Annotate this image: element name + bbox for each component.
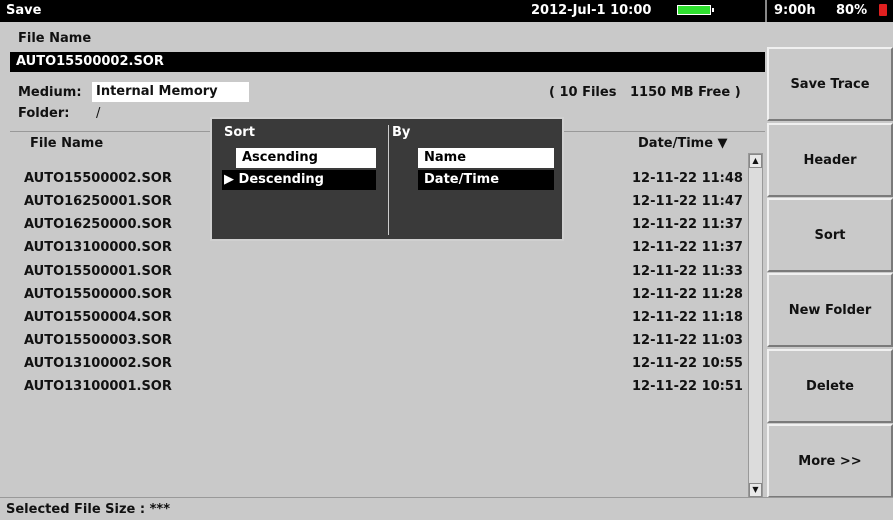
table-row[interactable]: AUTO16250000.SOR 12-11-22 11:37: [24, 217, 743, 232]
divider: [388, 125, 389, 235]
save-trace-button[interactable]: Save Trace: [767, 47, 893, 121]
row-file-name: AUTO13100001.SOR: [24, 379, 172, 394]
row-date-time: 12-11-22 11:18: [632, 310, 743, 325]
folder-label: Folder:: [18, 106, 70, 121]
sort-heading: Sort: [224, 125, 255, 140]
row-file-name: AUTO15500004.SOR: [24, 310, 172, 325]
row-date-time: 12-11-22 11:47: [632, 194, 743, 209]
row-file-name: AUTO13100000.SOR: [24, 240, 172, 255]
row-date-time: 12-11-22 10:55: [632, 356, 743, 371]
sort-popup: Sort Ascending ▶ Descending By Name Date…: [210, 117, 564, 241]
row-date-time: 12-11-22 11:03: [632, 333, 743, 348]
more-button[interactable]: More >>: [767, 424, 893, 498]
row-file-name: AUTO15500001.SOR: [24, 264, 172, 279]
selected-file-size: Selected File Size : ***: [6, 502, 171, 517]
row-date-time: 12-11-22 11:37: [632, 240, 743, 255]
row-file-name: AUTO16250000.SOR: [24, 217, 172, 232]
table-row[interactable]: AUTO15500000.SOR 12-11-22 11:28: [24, 287, 743, 302]
row-date-time: 12-11-22 11:48: [632, 171, 743, 186]
row-date-time: 12-11-22 10:51: [632, 379, 743, 394]
row-date-time: 12-11-22 11:37: [632, 217, 743, 232]
scrollbar[interactable]: ▲ ▼: [748, 153, 763, 498]
file-name-input[interactable]: AUTO15500002.SOR: [10, 52, 765, 72]
table-row[interactable]: AUTO13100002.SOR 12-11-22 10:55: [24, 356, 743, 371]
row-file-name: AUTO15500002.SOR: [24, 171, 172, 186]
file-name-label: File Name: [18, 31, 92, 46]
sort-ascending-option[interactable]: Ascending: [236, 148, 376, 168]
column-header-date-time[interactable]: Date/Time ▼: [638, 136, 728, 151]
by-heading: By: [392, 125, 411, 140]
row-file-name: AUTO15500003.SOR: [24, 333, 172, 348]
row-date-time: 12-11-22 11:33: [632, 264, 743, 279]
folder-path: /: [96, 106, 101, 121]
medium-select[interactable]: Internal Memory: [92, 82, 249, 102]
sort-button[interactable]: Sort: [767, 198, 893, 272]
row-file-name: AUTO15500000.SOR: [24, 287, 172, 302]
row-file-name: AUTO16250001.SOR: [24, 194, 172, 209]
function-key-panel: Save Trace Header Sort New Folder Delete…: [767, 22, 893, 498]
row-file-name: AUTO13100002.SOR: [24, 356, 172, 371]
time-remaining: 9:00h: [774, 3, 816, 18]
table-row[interactable]: AUTO15500003.SOR 12-11-22 11:03: [24, 333, 743, 348]
status-bar: Save 2012-Jul-1 10:00 9:00h 80%: [0, 0, 893, 22]
battery-icon: [677, 5, 714, 15]
battery-small-icon: [879, 4, 887, 16]
medium-label: Medium:: [18, 85, 82, 100]
table-row[interactable]: AUTO13100001.SOR 12-11-22 10:51: [24, 379, 743, 394]
table-row[interactable]: AUTO16250001.SOR 12-11-22 11:47: [24, 194, 743, 209]
table-row[interactable]: AUTO13100000.SOR 12-11-22 11:37: [24, 240, 743, 255]
window-title: Save: [6, 3, 42, 18]
table-row[interactable]: AUTO15500002.SOR 12-11-22 11:48: [24, 171, 743, 186]
datetime-display: 2012-Jul-1 10:00: [531, 3, 652, 18]
table-row[interactable]: AUTO15500001.SOR 12-11-22 11:33: [24, 264, 743, 279]
header-button[interactable]: Header: [767, 123, 893, 197]
delete-button[interactable]: Delete: [767, 349, 893, 423]
divider: [765, 0, 767, 22]
sort-by-datetime-option[interactable]: Date/Time: [418, 170, 554, 190]
table-row[interactable]: AUTO15500004.SOR 12-11-22 11:18: [24, 310, 743, 325]
medium-info: ( 10 Files 1150 MB Free ): [549, 85, 741, 100]
column-header-file-name[interactable]: File Name: [30, 136, 103, 151]
battery-percent: 80%: [836, 3, 868, 18]
sort-descending-option[interactable]: ▶ Descending: [222, 170, 376, 190]
scroll-up-icon[interactable]: ▲: [749, 154, 762, 168]
scroll-down-icon[interactable]: ▼: [749, 483, 762, 497]
sort-by-name-option[interactable]: Name: [418, 148, 554, 168]
new-folder-button[interactable]: New Folder: [767, 273, 893, 347]
status-footer: Selected File Size : ***: [0, 497, 893, 520]
row-date-time: 12-11-22 11:28: [632, 287, 743, 302]
